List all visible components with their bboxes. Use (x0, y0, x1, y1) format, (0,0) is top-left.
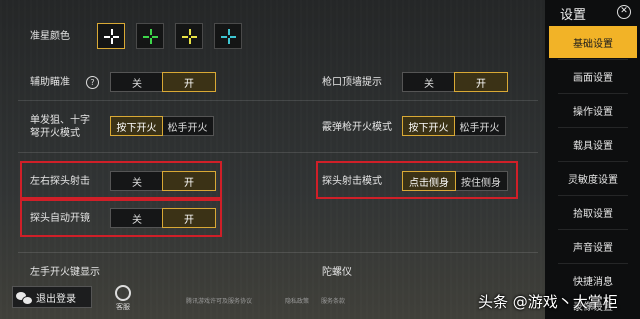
peek-scope-off[interactable]: 关 (111, 209, 163, 227)
shotgun-fire-toggle: 按下开火 松手开火 (402, 116, 506, 136)
footer-link-terms[interactable]: 服务条款 (321, 296, 345, 305)
single-fire-release[interactable]: 松手开火 (162, 117, 213, 135)
assist-aim-label: 辅助瞄准 (30, 77, 70, 88)
settings-panel: 准星颜色 辅助瞄准 ? 关 开 枪口顶墙提示 关 开 单发狙、十字 弩开火模式 … (0, 0, 545, 319)
peek-scope-on[interactable]: 开 (162, 208, 216, 228)
divider (18, 252, 538, 253)
peek-mode-tap[interactable]: 点击侧身 (402, 171, 456, 191)
muzzle-hint-toggle: 关 开 (402, 72, 508, 92)
shotgun-fire-press[interactable]: 按下开火 (402, 116, 455, 136)
muzzle-hint-label: 枪口顶墙提示 (322, 77, 382, 88)
crosshair-color-label: 准星颜色 (30, 31, 70, 42)
logout-label: 退出登录 (36, 293, 76, 305)
left-fire-button-label: 左手开火键显示 (30, 267, 100, 278)
single-fire-press[interactable]: 按下开火 (110, 116, 163, 136)
help-icon[interactable]: ? (86, 76, 99, 89)
gyroscope-label: 陀螺仪 (322, 267, 352, 278)
crosshair-option-cyan[interactable] (214, 23, 242, 49)
sidebar-item-sensitivity[interactable]: 灵敏度设置 (549, 162, 637, 194)
watermark: 头条 @游戏丶大掌柜 (478, 293, 618, 311)
sidebar-item-controls[interactable]: 操作设置 (549, 94, 637, 126)
peek-scope-toggle: 关 开 (110, 208, 216, 228)
sidebar-item-vehicle[interactable]: 载具设置 (549, 128, 637, 160)
peek-mode-hold[interactable]: 按住侧身 (455, 172, 507, 190)
muzzle-hint-off[interactable]: 关 (403, 73, 455, 91)
single-fire-toggle: 按下开火 松手开火 (110, 116, 214, 136)
peek-fire-toggle: 关 开 (110, 171, 216, 191)
sidebar-item-basic[interactable]: 基础设置 (549, 26, 637, 58)
sidebar-item-pickup[interactable]: 拾取设置 (549, 196, 637, 228)
peek-fire-on[interactable]: 开 (162, 171, 216, 191)
single-fire-label-line2: 弩开火模式 (30, 128, 80, 139)
single-fire-label-line1: 单发狙、十字 (30, 115, 90, 126)
divider (18, 100, 538, 101)
footer-link-license[interactable]: 腾讯游戏许可及服务协议 (186, 296, 252, 305)
shotgun-fire-label: 霰弹枪开火模式 (322, 122, 392, 133)
crosshair-option-white[interactable] (97, 23, 125, 49)
muzzle-hint-on[interactable]: 开 (454, 72, 508, 92)
shotgun-fire-release[interactable]: 松手开火 (454, 117, 505, 135)
footer-link-privacy[interactable]: 隐私政策 (285, 296, 309, 305)
peek-mode-label: 探头射击模式 (322, 176, 382, 187)
peek-scope-label: 探头自动开镜 (30, 213, 90, 224)
customer-service-button[interactable]: 客服 (108, 285, 138, 317)
peek-fire-label: 左右探头射击 (30, 176, 90, 187)
sidebar-item-graphics[interactable]: 画面设置 (549, 60, 637, 92)
assist-aim-off[interactable]: 关 (111, 73, 163, 91)
divider (18, 152, 538, 153)
assist-aim-toggle: 关 开 (110, 72, 216, 92)
customer-service-icon (115, 285, 131, 301)
wechat-icon (16, 291, 33, 305)
sidebar-item-sound[interactable]: 声音设置 (549, 230, 637, 262)
sidebar-title: 设置 (560, 8, 587, 23)
crosshair-option-yellow[interactable] (175, 23, 203, 49)
peek-mode-toggle: 点击侧身 按住侧身 (402, 171, 508, 191)
logout-button[interactable]: 退出登录 (12, 286, 92, 308)
assist-aim-on[interactable]: 开 (162, 72, 216, 92)
crosshair-option-green[interactable] (136, 23, 164, 49)
customer-service-label: 客服 (116, 303, 130, 311)
peek-fire-off[interactable]: 关 (111, 172, 163, 190)
close-icon[interactable]: ✕ (617, 5, 631, 19)
